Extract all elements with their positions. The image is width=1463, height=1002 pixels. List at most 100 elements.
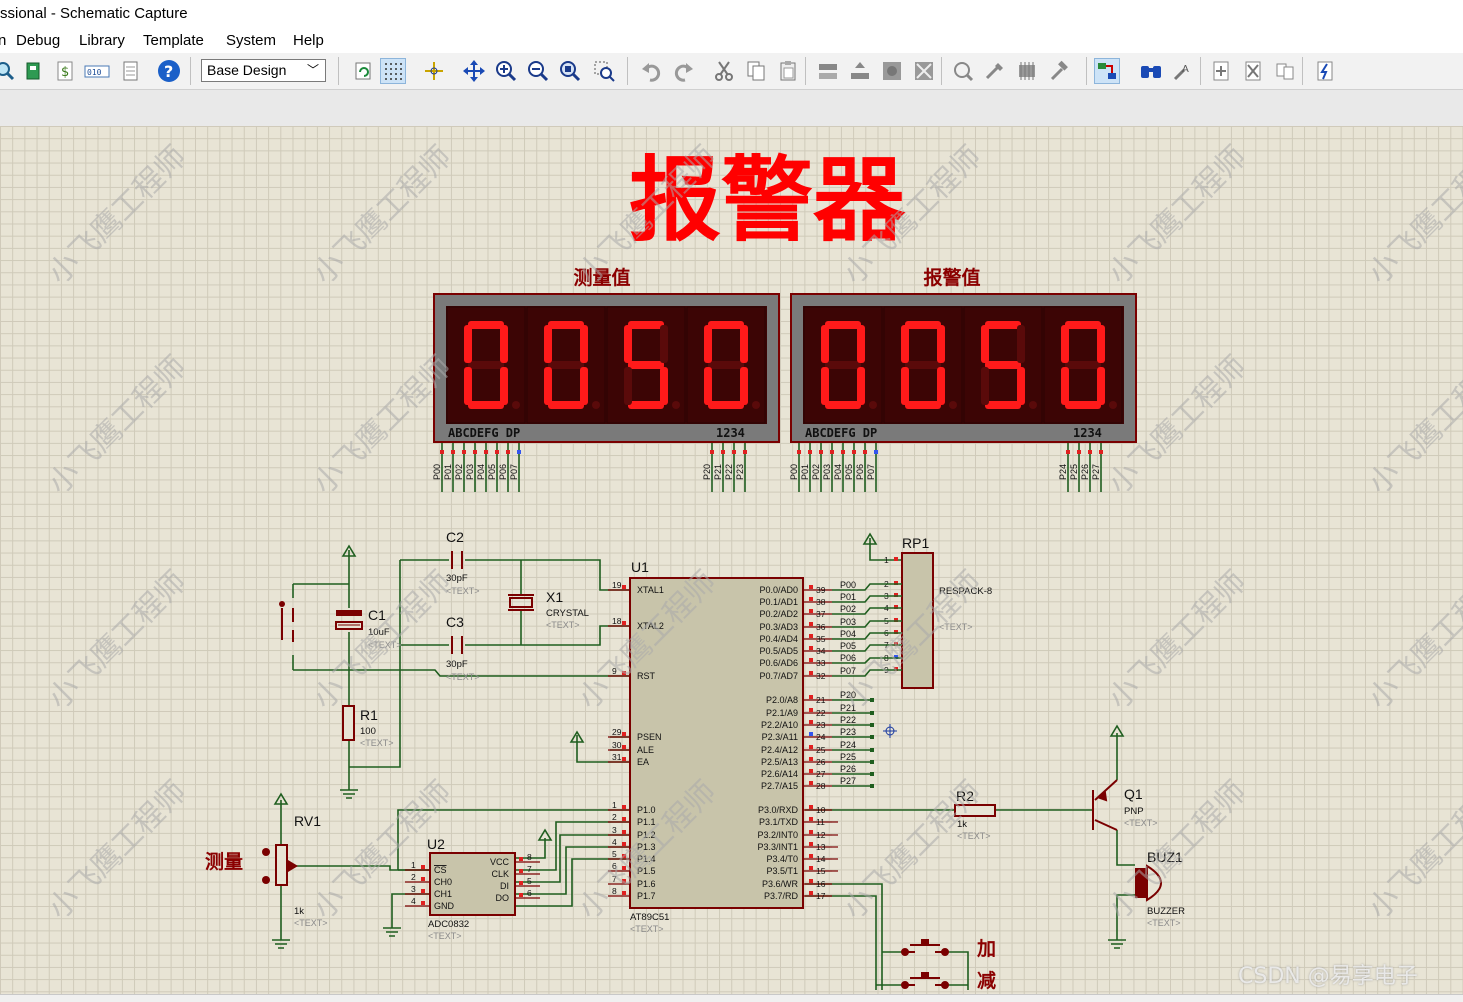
net-label: P05 — [840, 641, 856, 651]
menu-item-system[interactable]: System — [226, 32, 276, 49]
resistor-r1[interactable] — [342, 705, 355, 741]
u1-pin-label: P1.4 — [637, 854, 656, 864]
copy-icon[interactable] — [743, 58, 769, 84]
menu-item-help[interactable]: Help — [293, 32, 324, 49]
zoom-out-icon[interactable] — [525, 58, 551, 84]
u1-pin-marker — [622, 732, 626, 736]
p2-wire-end — [870, 711, 874, 715]
q1-ref: Q1 — [1124, 786, 1143, 802]
buzzer-buz1[interactable] — [1135, 864, 1162, 902]
u2-pin-number: 2 — [411, 872, 416, 882]
p2-wire-end — [870, 723, 874, 727]
make-device-icon[interactable] — [982, 58, 1008, 84]
display2-pin-marker — [819, 450, 823, 454]
wire-autorouter-icon[interactable] — [1094, 58, 1120, 84]
u1-pin-number: 21 — [816, 695, 826, 705]
redo-icon[interactable] — [671, 58, 697, 84]
component-icon[interactable] — [20, 58, 46, 84]
u1-pin-label: P2.0/A8 — [766, 695, 798, 705]
buz1-ref: BUZ1 — [1147, 849, 1183, 865]
block-copy-icon[interactable] — [815, 58, 841, 84]
capacitor-c2[interactable] — [451, 551, 463, 569]
add-button-label: 加 — [976, 938, 996, 960]
decompose-icon[interactable] — [1046, 58, 1072, 84]
u1-pin-number: 1 — [612, 800, 617, 810]
help-icon[interactable]: ? — [156, 58, 182, 84]
u1-pin-marker — [622, 671, 626, 675]
zoom-all-icon[interactable] — [557, 58, 583, 84]
display1-pin-marker — [440, 450, 444, 454]
p2-wire-end — [870, 748, 874, 752]
display1[interactable]: ABCDEFG DP 1234 — [433, 293, 780, 443]
packaging-icon[interactable] — [1014, 58, 1040, 84]
dollar-icon[interactable]: $ — [52, 58, 78, 84]
display1-pin-marker — [506, 450, 510, 454]
u1-pin-label: P3.0/RXD — [758, 805, 799, 815]
menu-item-template[interactable]: Template — [143, 32, 204, 49]
u1-pin-marker — [809, 658, 813, 662]
block-rotate-icon[interactable] — [879, 58, 905, 84]
display2[interactable]: ABCDEFG DP 1234 — [790, 293, 1137, 443]
display2-pin-marker — [841, 450, 845, 454]
zoom-in-icon[interactable] — [493, 58, 519, 84]
sub-button[interactable] — [901, 972, 949, 989]
u1-pin-number: 3 — [612, 825, 617, 835]
u1-pin-label: XTAL2 — [637, 621, 664, 631]
u1-pin-label: P0.2/AD2 — [759, 609, 798, 619]
potentiometer-rv1[interactable] — [262, 844, 298, 886]
x1-value: CRYSTAL — [546, 608, 589, 619]
net-label: P21 — [840, 703, 856, 713]
search-icon[interactable] — [1138, 58, 1164, 84]
c1-ref: C1 — [368, 607, 386, 623]
display2-pin-marker — [852, 450, 856, 454]
pick-device-icon[interactable] — [950, 58, 976, 84]
property-assign-icon[interactable]: A — [1170, 58, 1196, 84]
r1-text: <TEXT> — [360, 738, 394, 748]
u1-pin-number: 39 — [816, 585, 826, 595]
pan-icon[interactable] — [461, 58, 487, 84]
u2-pin-marker — [421, 877, 425, 881]
grid-icon[interactable] — [380, 58, 406, 84]
display1-pin-label: P07 — [509, 464, 519, 480]
netlist-icon[interactable] — [1312, 58, 1338, 84]
u2-pin-marker — [519, 869, 523, 873]
delete-sheet-icon[interactable] — [1240, 58, 1266, 84]
block-move-icon[interactable] — [847, 58, 873, 84]
new-sheet-icon[interactable] — [1208, 58, 1234, 84]
u1-pin-label: P3.7/RD — [764, 891, 799, 901]
menu-item-library[interactable]: Library — [79, 32, 125, 49]
display1-digit-4 — [686, 306, 766, 424]
layer-select[interactable]: Base Design ﹀ — [201, 59, 326, 82]
transistor-q1[interactable] — [1092, 779, 1118, 831]
display2-pin-label: P05 — [844, 464, 854, 480]
goto-sheet-icon[interactable] — [1272, 58, 1298, 84]
p2-wire-end — [870, 772, 874, 776]
undo-icon[interactable] — [638, 58, 664, 84]
crystal-x1[interactable] — [508, 594, 534, 611]
zoom-icon[interactable] — [0, 58, 18, 84]
reset-button[interactable] — [279, 601, 294, 642]
menu-item-n[interactable]: n — [0, 32, 6, 49]
capacitor-c1[interactable] — [335, 610, 363, 630]
menu-bar: n Debug Library Template System Help — [0, 29, 1463, 53]
ruler-area — [0, 90, 1463, 126]
resistor-r2[interactable] — [954, 804, 996, 817]
refresh-icon[interactable] — [350, 58, 376, 84]
block-delete-icon[interactable] — [911, 58, 937, 84]
schematic-canvas[interactable]: 报警器 测量值 报警值 ABCDEFG DP 1234 P00 P01 P02 P03… — [0, 126, 1463, 994]
cut-icon[interactable] — [711, 58, 737, 84]
menu-item-debug[interactable]: Debug — [16, 32, 60, 49]
display1-pin-label: P05 — [487, 464, 497, 480]
chip-u1[interactable]: 19 XTAL1 18 XTAL2 9 RST 29 PSEN 30 ALE 31 EA 1 P1.0 2 P… — [608, 577, 856, 909]
u1-pin-label: P0.0/AD0 — [759, 585, 798, 595]
u1-pin-marker — [622, 757, 626, 761]
document-icon[interactable] — [117, 58, 143, 84]
u2-pin-number: 6 — [527, 888, 532, 898]
binary-icon[interactable]: 010 — [84, 58, 110, 84]
u1-pin-marker — [622, 842, 626, 846]
paste-icon[interactable] — [775, 58, 801, 84]
origin-icon[interactable] — [421, 58, 447, 84]
add-button[interactable] — [901, 939, 949, 956]
capacitor-c3[interactable] — [451, 636, 463, 654]
zoom-area-icon[interactable] — [591, 58, 617, 84]
